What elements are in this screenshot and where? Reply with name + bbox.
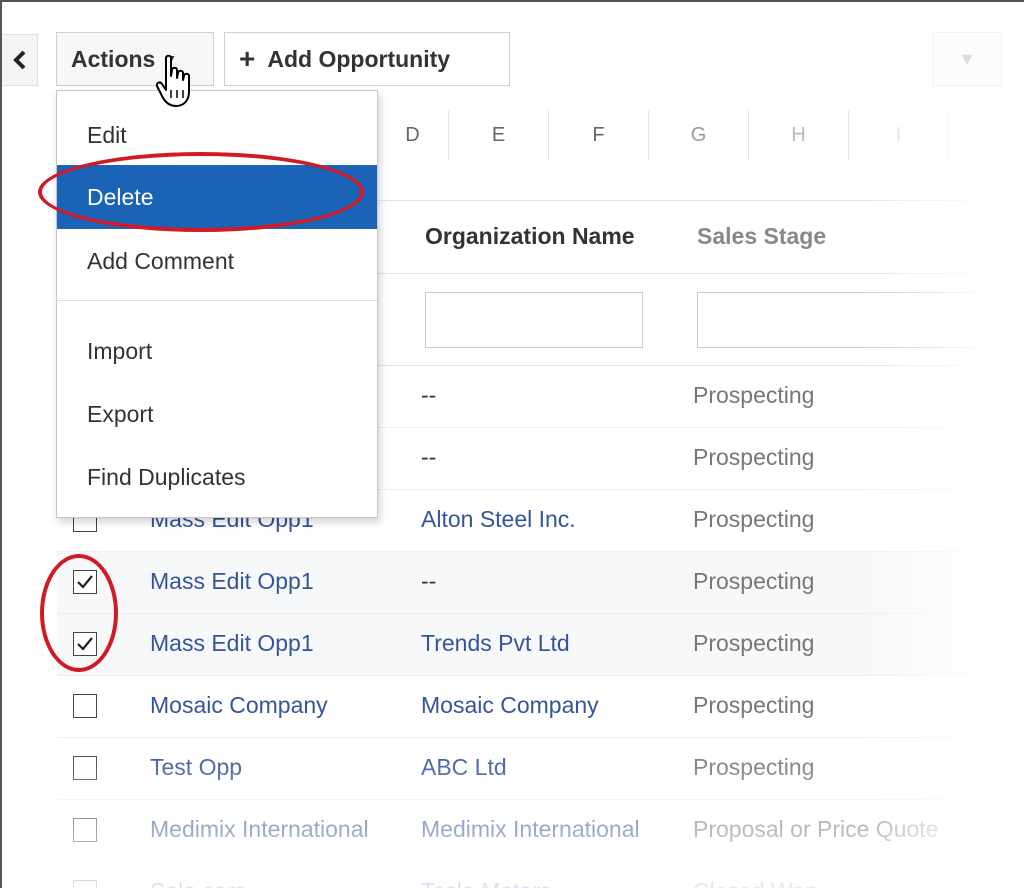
- column-organization-name[interactable]: Organization Name: [425, 223, 635, 250]
- sales-stage-cell: Closed Won: [693, 878, 818, 888]
- letter-i[interactable]: I: [849, 110, 949, 160]
- opportunity-name-link[interactable]: Mass Edit Opp1: [150, 630, 314, 657]
- organization-name-cell[interactable]: Tesla Motors: [421, 878, 551, 888]
- table-row[interactable]: Mass Edit Opp1 -- Prospecting: [57, 552, 1024, 614]
- letter-e[interactable]: E: [449, 110, 549, 160]
- sales-stage-cell: Prospecting: [693, 692, 815, 718]
- row-checkbox[interactable]: [73, 756, 97, 780]
- organization-name-cell: --: [421, 444, 437, 470]
- table-row[interactable]: Medimix International Medimix Internation…: [57, 800, 1024, 862]
- chevron-left-icon: [12, 50, 25, 70]
- sales-stage-filter-input[interactable]: [697, 292, 1024, 348]
- organization-name-cell[interactable]: Medimix International: [421, 816, 640, 843]
- table-row[interactable]: Sale cars Tesla Motors Closed Won: [57, 862, 1024, 888]
- organization-name-cell: --: [421, 382, 437, 408]
- opportunity-name-link[interactable]: Medimix International: [150, 816, 369, 843]
- sales-stage-cell: Prospecting: [693, 568, 815, 594]
- add-opportunity-label: Add Opportunity: [267, 45, 451, 72]
- collapse-sidebar-button[interactable]: [2, 34, 38, 86]
- plus-icon: +: [239, 43, 256, 74]
- organization-name-cell[interactable]: Trends Pvt Ltd: [421, 630, 570, 657]
- menu-item-add-comment[interactable]: Add Comment: [57, 229, 377, 293]
- add-opportunity-button[interactable]: + Add Opportunity: [224, 32, 510, 86]
- menu-item-import[interactable]: Import: [57, 319, 377, 383]
- opportunity-name-link[interactable]: Mosaic Company: [150, 692, 328, 719]
- opportunity-name-link[interactable]: Test Opp: [150, 754, 242, 781]
- row-checkbox[interactable]: [73, 880, 97, 888]
- organization-name-cell[interactable]: Mosaic Company: [421, 692, 599, 719]
- annotation-ellipse-delete: [38, 152, 364, 232]
- opportunity-name-link[interactable]: Mass Edit Opp1: [150, 568, 314, 595]
- menu-item-export[interactable]: Export: [57, 382, 377, 446]
- row-checkbox[interactable]: [73, 694, 97, 718]
- sales-stage-cell: Prospecting: [693, 506, 815, 532]
- letter-g[interactable]: G: [649, 110, 749, 160]
- menu-divider: [57, 300, 377, 301]
- row-checkbox[interactable]: [73, 818, 97, 842]
- letter-f[interactable]: F: [549, 110, 649, 160]
- annotation-ellipse-checkboxes: [40, 554, 118, 672]
- letter-d[interactable]: D: [377, 110, 449, 160]
- opportunity-name-link[interactable]: Sale cars: [150, 878, 246, 888]
- letter-h[interactable]: H: [749, 110, 849, 160]
- organization-name-cell[interactable]: Alton Steel Inc.: [421, 506, 576, 533]
- menu-item-find-duplicates[interactable]: Find Duplicates: [57, 445, 377, 509]
- table-row[interactable]: Mosaic Company Mosaic Company Prospecting: [57, 676, 1024, 738]
- sales-stage-cell: Prospecting: [693, 382, 815, 408]
- column-sales-stage[interactable]: Sales Stage: [697, 223, 826, 250]
- hand-cursor-icon: [156, 54, 190, 107]
- filter-icon[interactable]: ▼: [932, 32, 1002, 86]
- sales-stage-cell: Prospecting: [693, 754, 815, 780]
- sales-stage-cell: Prospecting: [693, 444, 815, 470]
- organization-name-cell: --: [421, 568, 437, 594]
- organization-name-cell[interactable]: ABC Ltd: [421, 754, 507, 781]
- table-row[interactable]: Mass Edit Opp1 Trends Pvt Ltd Prospecting: [57, 614, 1024, 676]
- actions-button-label: Actions: [71, 45, 156, 72]
- sales-stage-cell: Prospecting: [693, 630, 815, 656]
- organization-filter-input[interactable]: [425, 292, 643, 348]
- sales-stage-cell: Proposal or Price Quote: [693, 816, 939, 842]
- page-frame: Actions ▼ + Add Opportunity ▼ D E F G H …: [0, 0, 1024, 888]
- table-row[interactable]: Test Opp ABC Ltd Prospecting: [57, 738, 1024, 800]
